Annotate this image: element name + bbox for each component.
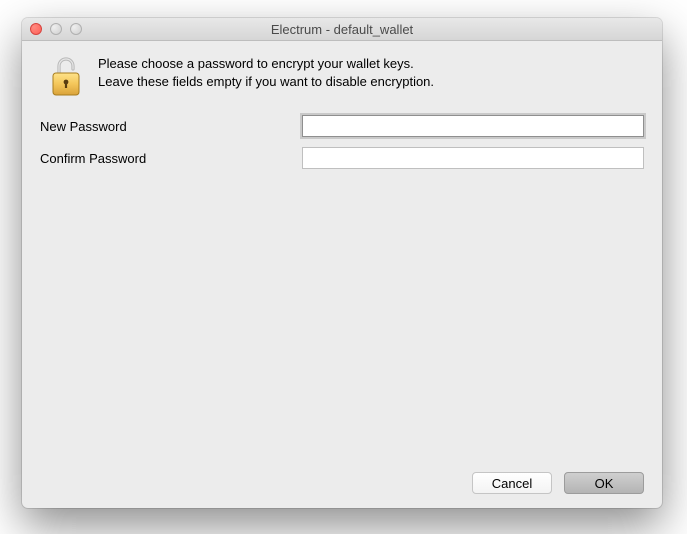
cancel-button[interactable]: Cancel	[472, 472, 552, 494]
window-title: Electrum - default_wallet	[30, 22, 654, 37]
titlebar: Electrum - default_wallet	[22, 18, 662, 41]
instruction-line-1: Please choose a password to encrypt your…	[98, 55, 434, 73]
instruction-text: Please choose a password to encrypt your…	[98, 55, 434, 90]
window-controls	[30, 23, 82, 35]
ok-button[interactable]: OK	[564, 472, 644, 494]
padlock-icon	[48, 55, 84, 99]
new-password-input[interactable]	[302, 115, 644, 137]
minimize-icon[interactable]	[50, 23, 62, 35]
zoom-icon[interactable]	[70, 23, 82, 35]
close-icon[interactable]	[30, 23, 42, 35]
instruction-line-2: Leave these fields empty if you want to …	[98, 73, 434, 91]
confirm-password-label: Confirm Password	[40, 151, 302, 166]
dialog-window: Electrum - default_wallet	[22, 18, 662, 508]
confirm-password-input[interactable]	[302, 147, 644, 169]
new-password-label: New Password	[40, 119, 302, 134]
